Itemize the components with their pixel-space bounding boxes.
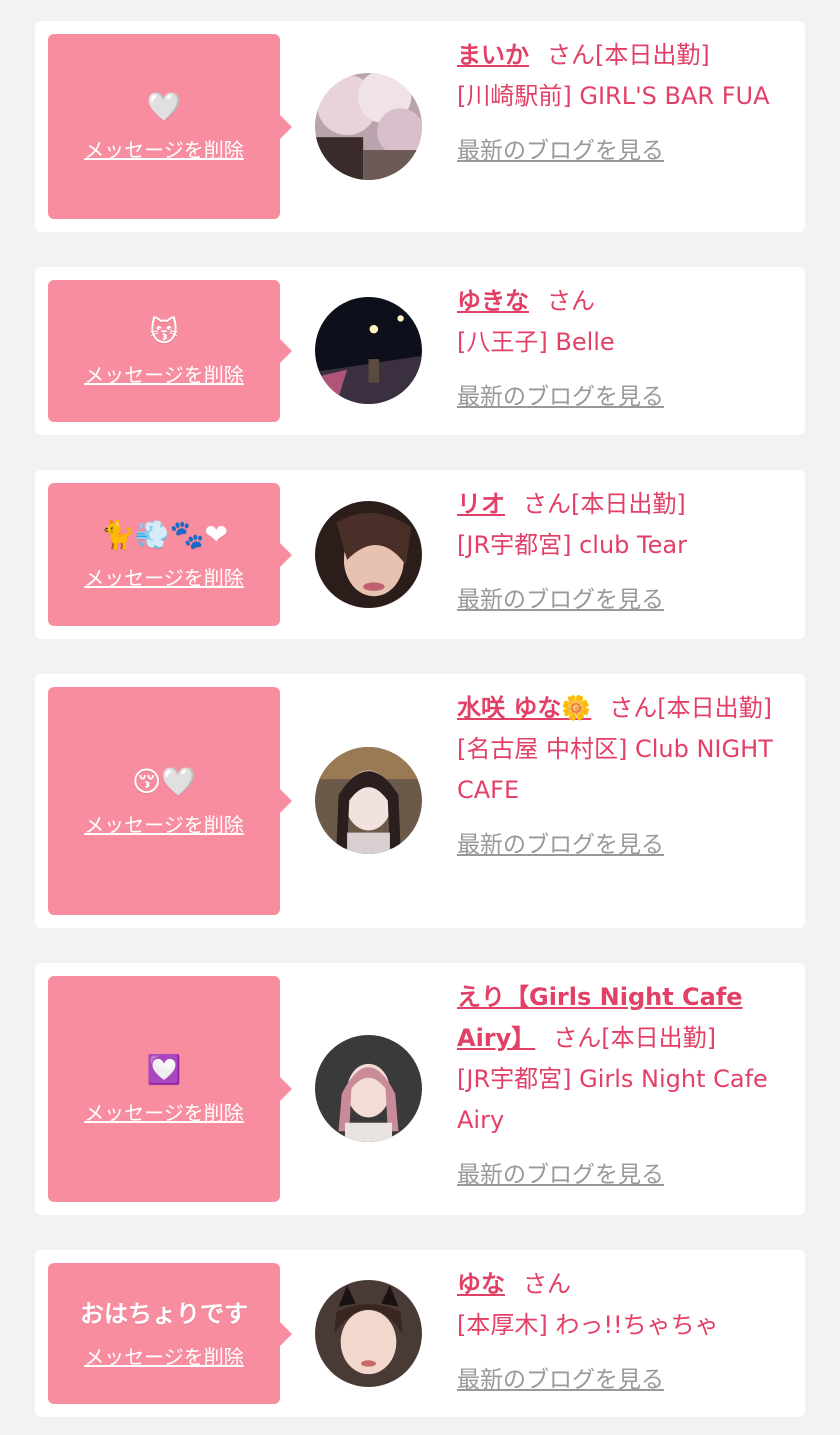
girl-name-link[interactable]: リオ [457,490,505,518]
delete-message-link[interactable]: メッセージを削除 [84,1341,244,1370]
message-bubble: 😚🤍 メッセージを削除 [48,687,292,915]
honorific: さん [523,490,571,518]
girl-name-link[interactable]: 水咲 ゆな🌼 [457,694,591,722]
message-bubble: 🐈💨🐾❤ メッセージを削除 [48,483,292,626]
portrait-photo-icon [315,747,422,854]
shop-text: [JR宇都宮] Girls Night Cafe Airy [457,1065,768,1134]
avatar[interactable] [315,1035,422,1142]
avatar[interactable] [315,501,422,608]
message-card: 😚🤍 メッセージを削除 水咲 ゆな🌼 さん[本日出勤] [名古屋 中村区] Clu… [35,674,805,928]
honorific: さん [609,694,658,722]
message-card: 💟 メッセージを削除 えり【Girls Night Cafe Airy】 さん[本… [35,963,805,1215]
delete-message-link[interactable]: メッセージを削除 [84,134,244,163]
avatar[interactable] [315,1280,422,1387]
latest-blog-link[interactable]: 最新のブログを見る [457,131,664,172]
latest-blog-link[interactable]: 最新のブログを見る [457,580,664,621]
honorific: さん [553,1024,602,1052]
message-bubble: 🤍 メッセージを削除 [48,34,292,219]
latest-blog-link[interactable]: 最新のブログを見る [457,1360,664,1401]
message-text: 😽 [149,314,179,348]
message-card: 🐈💨🐾❤ メッセージを削除 リオ さん[本日出勤] [JR宇都宮] club Te… [35,470,805,639]
girl-name-link[interactable]: ゆな [457,1270,505,1298]
message-card: 😽 メッセージを削除 ゆきな さん [八王子] Belle 最新のブログを見る [35,267,805,435]
delete-message-link[interactable]: メッセージを削除 [84,359,244,388]
shop-text: [本厚木] わっ!!ちゃちゃ [457,1311,719,1339]
status-text: [本日出勤] [571,490,686,518]
message-text: おはちょりです [80,1300,248,1328]
latest-blog-link[interactable]: 最新のブログを見る [457,1155,664,1196]
message-text: 🐈💨🐾❤ [99,518,229,551]
message-text: 😚🤍 [131,764,197,798]
avatar[interactable] [315,73,422,180]
status-text: [本日出勤] [595,41,710,69]
girl-info: リオ さん[本日出勤] [JR宇都宮] club Tear 最新のブログを見る [457,484,792,621]
pink-hair-photo-icon [315,1035,422,1142]
girl-name-link[interactable]: ゆきな [457,287,529,315]
message-bubble: おはちょりです メッセージを削除 [48,1263,292,1404]
message-text: 💟 [146,1052,182,1086]
cherry-blossom-photo-icon [315,73,422,180]
night-street-photo-icon [315,297,422,404]
shop-text: [名古屋 中村区] Club NIGHT CAFE [457,735,773,804]
status-text: [本日出勤] [657,694,772,722]
girl-info: ゆな さん [本厚木] わっ!!ちゃちゃ 最新のブログを見る [457,1264,792,1401]
latest-blog-link[interactable]: 最新のブログを見る [457,825,664,866]
cat-ears-selfie-photo-icon [315,1280,422,1387]
delete-message-link[interactable]: メッセージを削除 [84,1097,244,1126]
avatar[interactable] [315,747,422,854]
honorific: さん [523,1270,571,1298]
message-bubble: 💟 メッセージを削除 [48,976,292,1202]
latest-blog-link[interactable]: 最新のブログを見る [457,377,664,418]
shop-text: [JR宇都宮] club Tear [457,531,687,559]
girl-name-link[interactable]: まいか [457,41,529,69]
message-text: 🤍 [146,90,182,123]
delete-message-link[interactable]: メッセージを削除 [84,809,244,838]
girl-info: えり【Girls Night Cafe Airy】 さん[本日出勤] [JR宇都宮… [457,977,792,1196]
honorific: さん [547,41,595,69]
shop-text: [八王子] Belle [457,328,615,356]
shop-text: [川崎駅前] GIRL'S BAR FUA [457,82,770,110]
girl-info: まいか さん[本日出勤] [川崎駅前] GIRL'S BAR FUA 最新のブログ… [457,35,792,172]
message-bubble: 😽 メッセージを削除 [48,280,292,422]
message-card: 🤍 メッセージを削除 まいか さん[本日出勤] [川崎駅前] GIRL'S BAR… [35,21,805,232]
avatar[interactable] [315,297,422,404]
selfie-photo-icon [315,501,422,608]
honorific: さん [547,287,595,315]
girl-info: ゆきな さん [八王子] Belle 最新のブログを見る [457,281,792,418]
delete-message-link[interactable]: メッセージを削除 [84,562,244,591]
status-text: [本日出勤] [601,1024,717,1052]
girl-info: 水咲 ゆな🌼 さん[本日出勤] [名古屋 中村区] Club NIGHT CAFE… [457,688,792,866]
message-card: おはちょりです メッセージを削除 ゆな さん [本厚木] わっ!!ちゃちゃ 最新の… [35,1250,805,1417]
